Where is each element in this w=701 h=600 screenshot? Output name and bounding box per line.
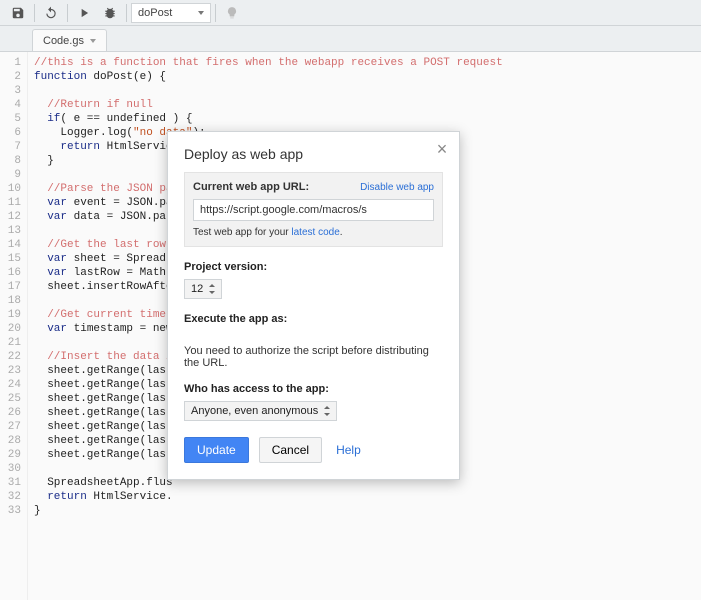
- execute-as-label: Execute the app as:: [184, 313, 443, 325]
- update-button[interactable]: Update: [184, 437, 249, 463]
- stepper-icon: [209, 284, 215, 294]
- version-value: 12: [191, 283, 203, 295]
- webapp-url-input[interactable]: [193, 199, 434, 221]
- dialog-backdrop: × Deploy as web app Current web app URL:…: [0, 0, 701, 600]
- dialog-title: Deploy as web app: [184, 146, 443, 162]
- stepper-icon: [324, 406, 330, 416]
- version-label: Project version:: [184, 261, 443, 273]
- access-label: Who has access to the app:: [184, 383, 443, 395]
- test-prefix: Test web app for your: [193, 227, 291, 238]
- url-panel: Current web app URL: Disable web app Tes…: [184, 172, 443, 247]
- close-icon[interactable]: ×: [433, 140, 451, 158]
- deploy-dialog: × Deploy as web app Current web app URL:…: [167, 131, 460, 480]
- disable-webapp-link[interactable]: Disable web app: [360, 182, 434, 193]
- url-label: Current web app URL:: [193, 181, 309, 193]
- latest-code-link[interactable]: latest code: [291, 227, 339, 238]
- cancel-button[interactable]: Cancel: [259, 437, 322, 463]
- help-link[interactable]: Help: [336, 443, 361, 457]
- authorize-text: You need to authorize the script before …: [184, 345, 443, 369]
- access-select[interactable]: Anyone, even anonymous: [184, 401, 337, 421]
- access-value: Anyone, even anonymous: [191, 405, 318, 417]
- version-select[interactable]: 12: [184, 279, 222, 299]
- test-dot: .: [340, 227, 343, 238]
